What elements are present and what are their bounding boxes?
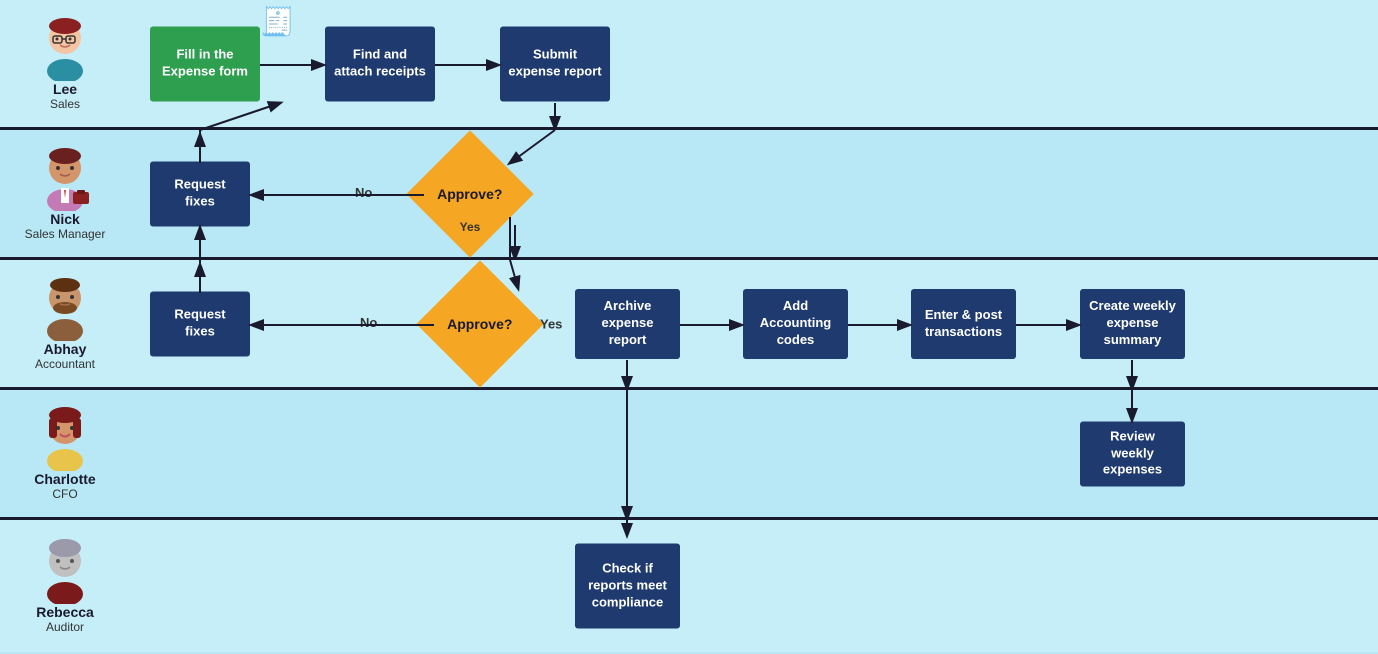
lee-arrows [130,0,1378,127]
actor-abhay: Abhay Accountant [0,268,130,379]
rebecca-name: Rebecca [36,604,94,620]
abhay-avatar [35,276,95,341]
abhay-role: Accountant [35,357,95,371]
lee-role: Sales [50,97,80,111]
rebecca-role: Auditor [46,620,84,634]
request-fixes-abhay-box[interactable]: Request fixes [150,291,250,356]
check-compliance-box[interactable]: Check if reports meet compliance [575,544,680,629]
approve-abhay-label: Approve? [447,316,512,332]
nick-role: Sales Manager [25,227,106,241]
rebecca-lane-content: Check if reports meet compliance [130,520,1378,652]
swimlane-lee: Lee Sales Fill in the Expense form Find … [0,0,1378,130]
charlotte-name: Charlotte [34,471,95,487]
nick-arrows [130,130,1378,257]
charlotte-lane-content: Review weekly expenses [130,390,1378,517]
actor-nick: Nick Sales Manager [0,138,130,249]
rebecca-avatar [35,539,95,604]
nick-avatar [35,146,95,211]
approve-nick-label: Approve? [437,186,502,202]
abhay-name: Abhay [44,341,87,357]
archive-report-box[interactable]: Archive expense report [575,289,680,359]
swimlane-charlotte: Charlotte CFO Review weekly expenses [0,390,1378,520]
lee-name: Lee [53,81,77,97]
swimlane-abhay: Abhay Accountant Request fixes Approve? … [0,260,1378,390]
charlotte-avatar [35,406,95,471]
find-receipts-box[interactable]: Find and attach receipts [325,26,435,101]
add-accounting-box[interactable]: Add Accounting codes [743,289,848,359]
swimlane-rebecca: Rebecca Auditor Check if reports meet co… [0,520,1378,652]
actor-lee: Lee Sales [0,8,130,119]
no-label-abhay: No [360,315,377,330]
submit-report-box[interactable]: Submit expense report [500,26,610,101]
abhay-lane-content: Request fixes Approve? No Yes Archive ex… [130,260,1378,387]
charlotte-role: CFO [52,487,77,501]
lee-lane-content: Fill in the Expense form Find and attach… [130,0,1378,127]
create-weekly-box[interactable]: Create weekly expense summary [1080,289,1185,359]
lee-avatar [35,16,95,81]
charlotte-arrows [130,390,1378,517]
no-label-nick: No [355,185,372,200]
yes-label-abhay: Yes [540,316,562,331]
review-weekly-box[interactable]: Review weekly expenses [1080,421,1185,486]
enter-post-box[interactable]: Enter & post transactions [911,289,1016,359]
request-fixes-nick-box[interactable]: Request fixes [150,161,250,226]
approve-abhay-diamond[interactable]: Approve? [435,279,525,369]
yes-label-nick: Yes [460,220,481,234]
fill-expense-box[interactable]: Fill in the Expense form [150,26,260,101]
actor-charlotte: Charlotte CFO [0,398,130,509]
actor-rebecca: Rebecca Auditor [0,531,130,642]
nick-lane-content: Request fixes Approve? No Yes [130,130,1378,257]
nick-name: Nick [50,211,80,227]
swimlane-nick: Nick Sales Manager Request fixes Approve… [0,130,1378,260]
receipt-icon: 🧾 [260,5,295,38]
